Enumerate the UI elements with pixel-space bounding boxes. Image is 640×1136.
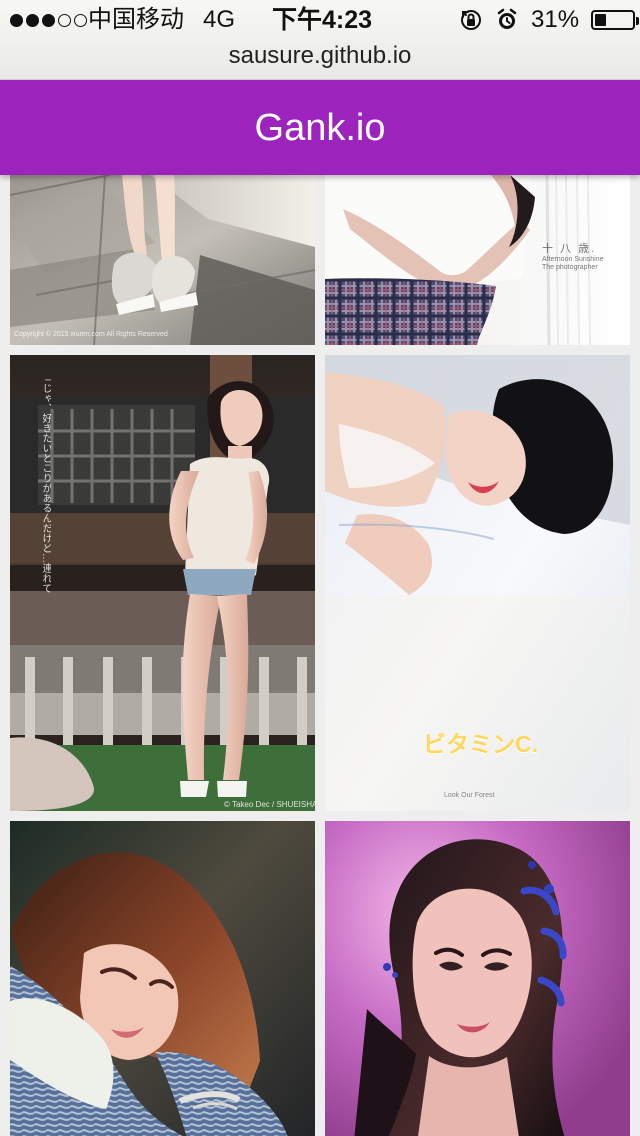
signal-dot-filled <box>26 13 39 27</box>
network-type: 4G <box>203 6 236 33</box>
photo-credit: Look Our Forest <box>444 792 495 799</box>
battery-percent: 31% <box>531 6 580 33</box>
battery-level-fill <box>595 14 607 26</box>
orientation-lock-icon <box>461 10 481 30</box>
photo-watermark: © Takeo Dec / SHUEISHA <box>224 800 315 809</box>
signal-dot-filled <box>10 13 23 27</box>
photo-card-6[interactable] <box>325 821 630 1136</box>
photo-card-5[interactable] <box>10 821 315 1136</box>
browser-chrome: 中国移动 4G 下午4:23 31% sausure.github.io <box>0 0 640 80</box>
app-title: Gank.io <box>254 107 386 149</box>
photo-gallery[interactable]: Copyright © 2015 xiuren.com All Rights R… <box>0 175 640 1136</box>
status-bar: 中国移动 4G 下午4:23 31% <box>0 0 640 40</box>
photo-image <box>10 355 315 811</box>
vertical-photo-caption: 「じゃ、好きたいとこりがあるんだけど…連れてって」 <box>40 373 51 595</box>
photo-image <box>10 821 315 1136</box>
photo-small-text: The photographer <box>542 264 598 271</box>
photo-overlay-text: 十 八 歳. Afternoon Sunshine The photograph… <box>542 243 622 272</box>
photo-card-3[interactable]: 「じゃ、好きたいとこりがあるんだけど…連れてって」 © Takeo Dec / … <box>10 355 315 811</box>
battery-icon <box>591 10 640 30</box>
signal-dot-filled <box>42 13 55 27</box>
alarm-icon <box>497 8 517 29</box>
photo-image <box>325 821 630 1136</box>
status-time: 下午4:23 <box>272 6 373 34</box>
signal-dot-empty <box>74 13 87 27</box>
photo-card-4[interactable]: ビタミンC. Look Our Forest <box>325 355 630 811</box>
photo-image <box>10 175 315 345</box>
signal-dot-empty <box>58 13 71 27</box>
app-header: Gank.io <box>0 80 640 175</box>
carrier-name: 中国移动 <box>88 6 184 33</box>
signal-dots-icon <box>10 10 87 30</box>
photo-caption: ビタミンC. <box>423 731 538 757</box>
photo-caption: 十 八 歳. <box>542 243 597 255</box>
photo-card-2[interactable]: 十 八 歳. Afternoon Sunshine The photograph… <box>325 175 630 345</box>
photo-card-1[interactable]: Copyright © 2015 xiuren.com All Rights R… <box>10 175 315 345</box>
address-bar-url[interactable]: sausure.github.io <box>0 41 640 71</box>
status-icons: 31% <box>459 6 640 33</box>
photo-watermark: Copyright © 2015 xiuren.com All Rights R… <box>14 331 168 338</box>
photo-subcaption: Afternoon Sunshine <box>542 256 604 263</box>
